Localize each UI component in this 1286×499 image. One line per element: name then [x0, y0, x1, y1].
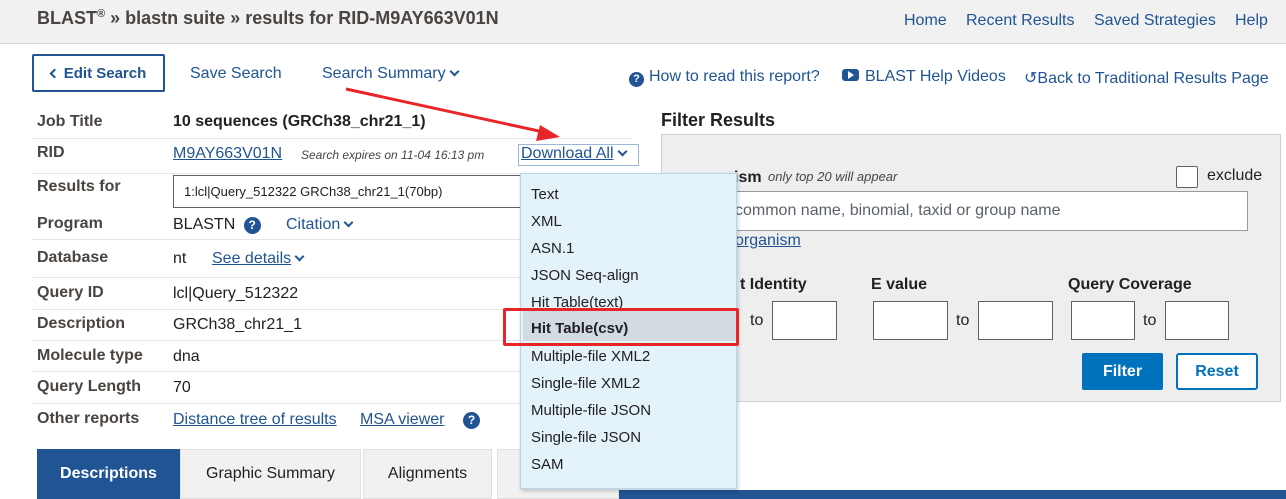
molecule-type-label: Molecule type — [37, 347, 143, 364]
tab-descriptions[interactable]: Descriptions — [37, 449, 180, 499]
nav-home[interactable]: Home — [904, 12, 947, 30]
menu-item-multiple-file-json[interactable]: Multiple-file JSON — [531, 402, 651, 419]
query-id-label: Query ID — [37, 284, 104, 301]
edit-search-button[interactable]: Edit Search — [32, 54, 165, 92]
nav-saved-strategies[interactable]: Saved Strategies — [1094, 12, 1216, 30]
menu-item-single-file-xml2[interactable]: Single-file XML2 — [531, 375, 640, 392]
exclude-label: exclude — [1207, 167, 1263, 184]
chevron-down-icon — [449, 66, 460, 77]
blast-brand[interactable]: BLAST — [37, 8, 97, 28]
add-organism-link[interactable]: organism — [735, 232, 801, 250]
program-label: Program — [37, 215, 103, 232]
undo-arrow-icon: ↺ — [1024, 70, 1038, 87]
msa-viewer-link[interactable]: MSA viewer — [360, 411, 444, 429]
back-traditional-link[interactable]: ↺Back to Traditional Results Page — [1024, 68, 1269, 88]
query-coverage-min-input[interactable] — [1071, 301, 1135, 340]
database-label: Database — [37, 249, 109, 266]
description-label: Description — [37, 315, 126, 332]
citation-label: Citation — [286, 216, 341, 233]
query-coverage-max-input[interactable] — [1165, 301, 1229, 340]
registered-mark: ® — [97, 8, 106, 20]
download-all-button[interactable]: Download All — [518, 144, 639, 166]
content-top-border — [619, 490, 1286, 499]
see-details-label: See details — [212, 250, 292, 267]
how-to-read-label: How to read this report? — [649, 68, 820, 85]
job-title-value: 10 sequences (GRCh38_chr21_1) — [173, 113, 426, 130]
description-value: GRCh38_chr21_1 — [173, 316, 302, 333]
database-value: nt — [173, 250, 187, 267]
breadcrumb: BLAST® » blastn suite » results for RID-… — [37, 8, 499, 29]
results-for-select[interactable]: 1:lcl|Query_512322 GRCh38_chr21_1(70bp) — [173, 175, 533, 208]
save-search-link[interactable]: Save Search — [190, 65, 282, 83]
breadcrumb-suite[interactable]: blastn suite — [125, 8, 225, 28]
percent-identity-max-input[interactable] — [772, 301, 837, 340]
organism-hint: only top 20 will appear — [768, 169, 898, 184]
rid-link[interactable]: M9AY663V01N — [173, 145, 282, 163]
query-coverage-label: Query Coverage — [1068, 276, 1192, 293]
help-videos-link[interactable]: BLAST Help Videos — [842, 68, 1006, 86]
nav-help[interactable]: Help — [1235, 12, 1268, 30]
breadcrumb-separator: » — [230, 8, 241, 28]
help-videos-label: BLAST Help Videos — [865, 68, 1006, 85]
e-value-max-input[interactable] — [978, 301, 1053, 340]
filter-button[interactable]: Filter — [1082, 353, 1163, 390]
search-summary-label: Search Summary — [322, 65, 446, 82]
chevron-left-icon — [49, 68, 60, 78]
breadcrumb-results: results for RID-M9AY663V01N — [245, 8, 499, 28]
edit-search-label: Edit Search — [63, 64, 147, 82]
distance-tree-link[interactable]: Distance tree of results — [173, 411, 337, 429]
see-details-dropdown[interactable]: See details — [212, 250, 305, 268]
citation-dropdown[interactable]: Citation — [286, 216, 354, 234]
tab-graphic-summary[interactable]: Graphic Summary — [180, 449, 361, 499]
help-icon[interactable]: ? — [463, 411, 480, 429]
rid-label: RID — [37, 144, 65, 161]
reset-button[interactable]: Reset — [1176, 353, 1258, 390]
job-title-label: Job Title — [37, 113, 103, 130]
e-value-min-input[interactable] — [873, 301, 948, 340]
to-label: to — [1143, 312, 1157, 329]
rid-expires-text: Search expires on 11-04 16:13 pm — [301, 148, 485, 162]
video-play-icon — [842, 69, 859, 81]
other-reports-label: Other reports — [37, 410, 140, 427]
search-summary-dropdown[interactable]: Search Summary — [322, 65, 460, 83]
e-value-label: E value — [871, 276, 928, 293]
nav-recent-results[interactable]: Recent Results — [966, 12, 1075, 30]
menu-item-sam[interactable]: SAM — [531, 456, 564, 473]
molecule-type-value: dna — [173, 348, 200, 365]
organism-label: ism — [734, 169, 762, 186]
program-name: BLASTN — [173, 216, 236, 233]
menu-item-single-file-json[interactable]: Single-file JSON — [531, 429, 641, 446]
menu-item-multiple-file-xml2[interactable]: Multiple-file XML2 — [531, 348, 650, 365]
results-for-label: Results for — [37, 178, 121, 195]
to-label: to — [956, 312, 970, 329]
query-length-label: Query Length — [37, 378, 142, 395]
organism-input[interactable]: common name, binomial, taxid or group na… — [676, 191, 1248, 231]
help-icon[interactable]: ? — [243, 217, 261, 234]
query-id-value: lcl|Query_512322 — [173, 285, 299, 302]
exclude-checkbox[interactable] — [1176, 166, 1198, 188]
chevron-down-icon — [343, 217, 354, 228]
tab-alignments[interactable]: Alignments — [363, 449, 492, 499]
menu-item-xml[interactable]: XML — [531, 213, 562, 230]
program-value: BLASTN ? — [173, 216, 261, 234]
chevron-down-icon — [617, 146, 627, 157]
download-all-label: Download All — [521, 145, 614, 162]
menu-item-json-seq-align[interactable]: JSON Seq-align — [531, 267, 639, 284]
question-icon: ? — [629, 72, 644, 87]
annotation-highlight-box — [503, 308, 739, 346]
menu-item-asn1[interactable]: ASN.1 — [531, 240, 574, 257]
query-length-value: 70 — [173, 379, 191, 396]
to-label: to — [750, 312, 764, 329]
breadcrumb-separator: » — [110, 8, 121, 28]
filter-results-title: Filter Results — [661, 110, 776, 130]
menu-item-text[interactable]: Text — [531, 186, 559, 203]
organism-placeholder: common name, binomial, taxid or group na… — [735, 202, 1061, 219]
how-to-read-link[interactable]: ? How to read this report? — [629, 68, 820, 87]
percent-identity-label: t Identity — [740, 276, 807, 293]
chevron-down-icon — [294, 251, 305, 262]
back-traditional-label: Back to Traditional Results Page — [1037, 70, 1269, 87]
